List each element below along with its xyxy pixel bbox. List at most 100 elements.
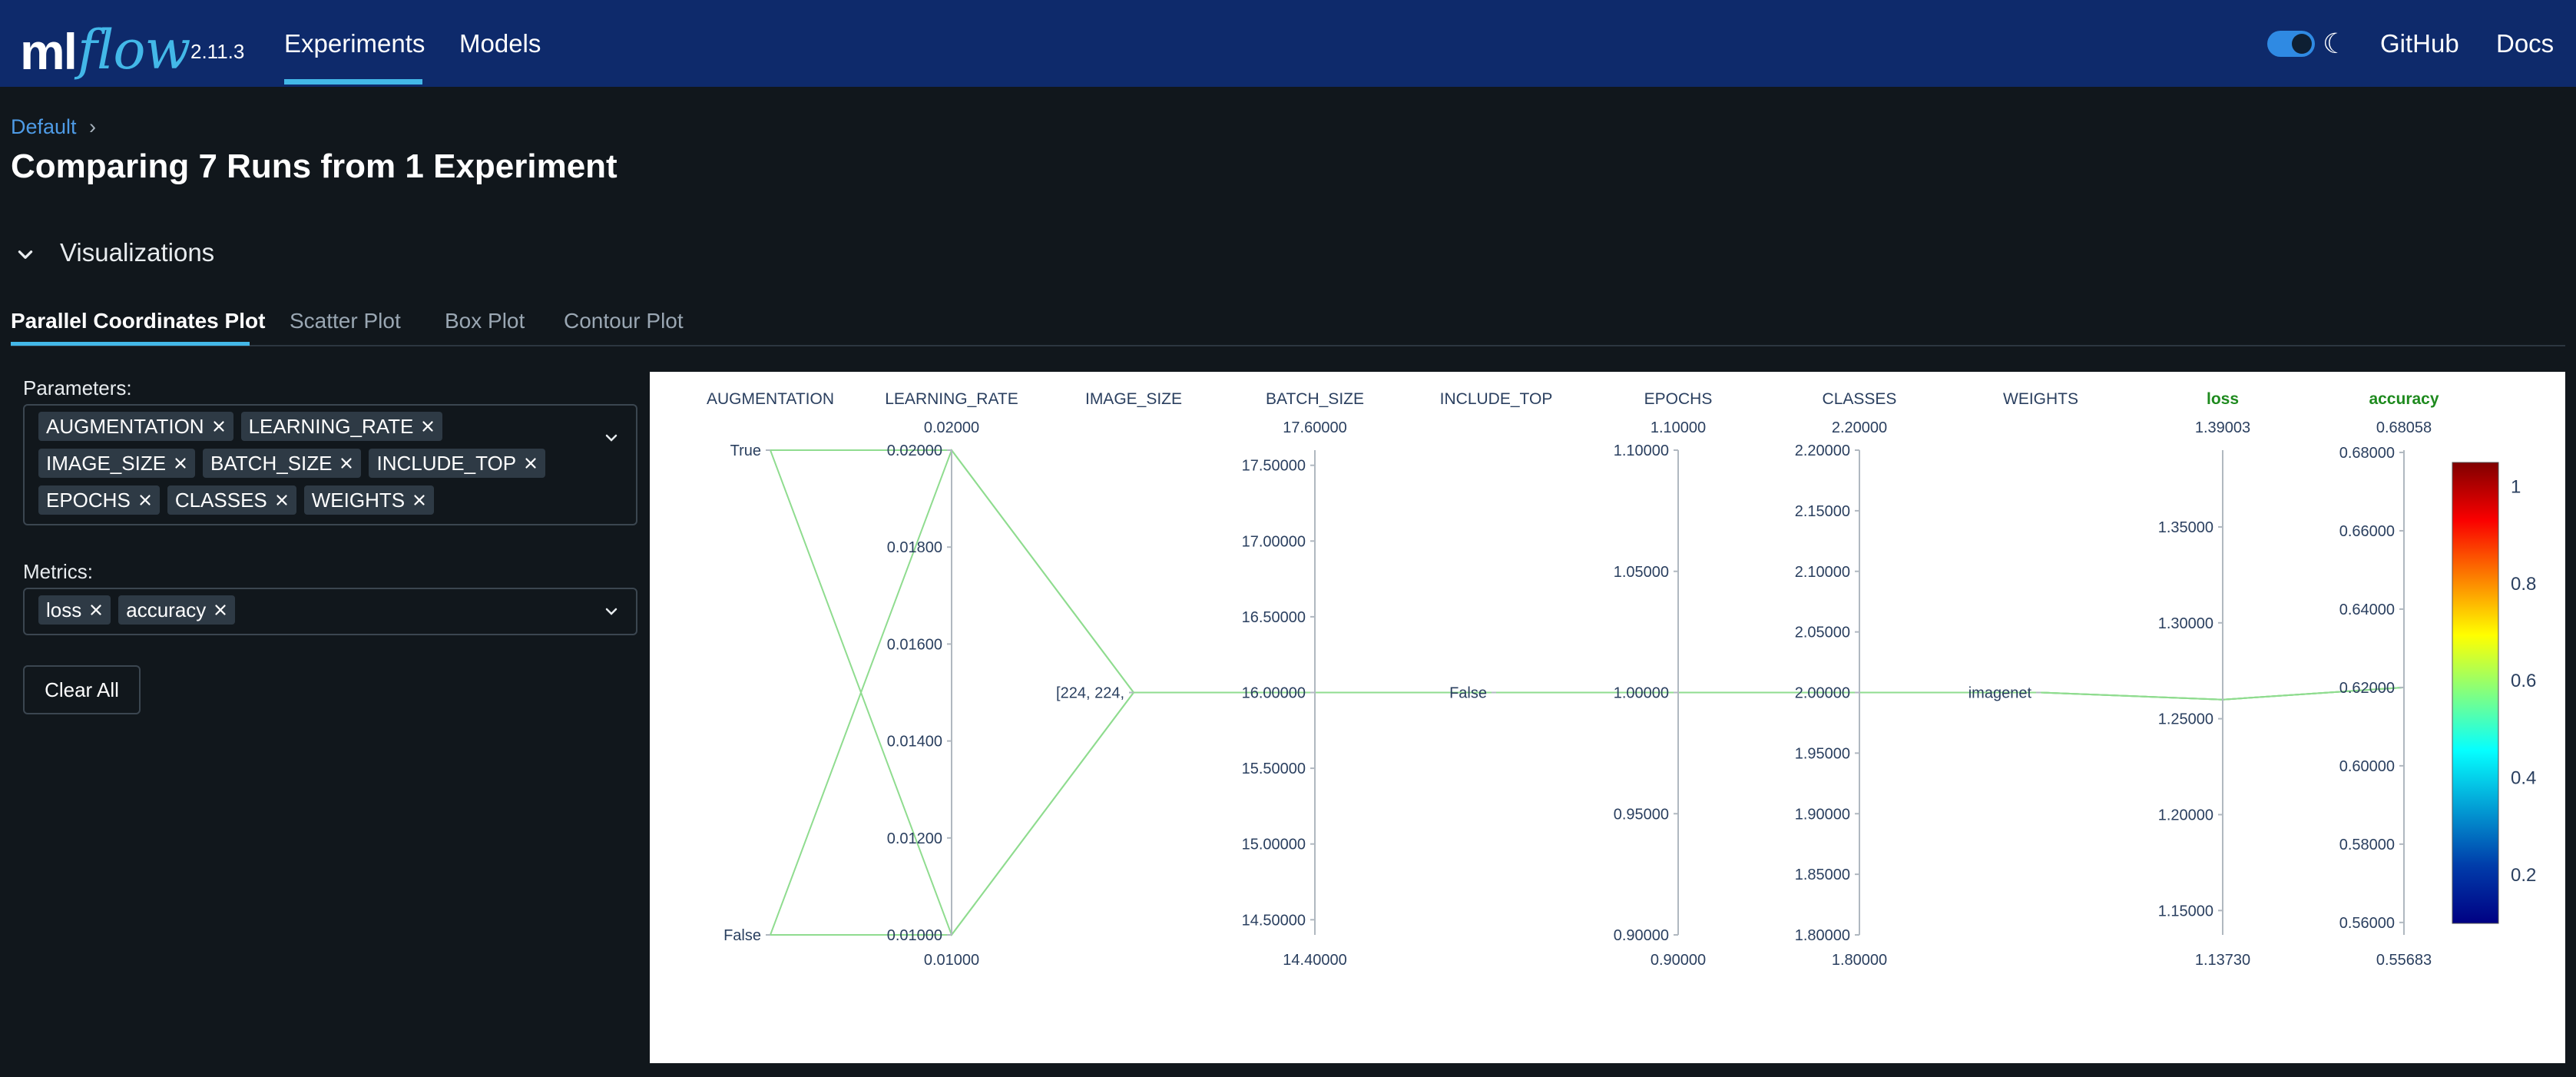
close-icon[interactable] <box>210 418 227 435</box>
axis-tick-label: 0.01800 <box>887 539 942 556</box>
axis-epochs[interactable]: EPOCHS 1.10000 0.90000 1.10000 1.05000 1.0000… <box>1614 390 1713 969</box>
axis-tick-label: 14.50000 <box>1242 912 1306 929</box>
mlflow-logo[interactable]: ml flow <box>20 8 190 77</box>
axis-tick-label: 0.95000 <box>1614 806 1669 823</box>
colorbar: 1 0.8 0.6 0.4 0.2 <box>2452 462 2536 924</box>
axis-tick-label: 1.80000 <box>1795 927 1850 944</box>
axis-tick-label: 0.68000 <box>2339 445 2395 462</box>
axis-range-bottom: 14.40000 <box>1283 952 1346 969</box>
close-icon[interactable] <box>172 455 189 472</box>
axis-image-size[interactable]: IMAGE_SIZE [224, 224, <box>1056 390 1182 702</box>
axis-tick-label: 0.01000 <box>887 927 942 944</box>
moon-icon: ☾ <box>2323 28 2348 59</box>
axis-tick-label: 2.10000 <box>1795 564 1850 581</box>
axis-tick-label: 2.15000 <box>1795 503 1850 520</box>
tab-contour-plot[interactable]: Contour Plot <box>564 309 684 333</box>
parameter-chip: AUGMENTATION <box>38 412 233 441</box>
axis-tick-label: 15.00000 <box>1242 837 1306 853</box>
visualizations-section-title[interactable]: Visualizations <box>60 238 214 267</box>
run-line[interactable] <box>770 449 2405 701</box>
axis-tick-label: 1.15000 <box>2158 903 2213 920</box>
axis-range-top: 0.02000 <box>924 419 979 436</box>
chevron-down-icon[interactable] <box>602 602 621 621</box>
tab-parallel-coordinates[interactable]: Parallel Coordinates Plot <box>11 309 265 333</box>
colorbar-tick-label: 0.4 <box>2511 768 2536 789</box>
clear-all-button[interactable]: Clear All <box>23 665 141 714</box>
close-icon[interactable] <box>212 601 229 618</box>
axis-range-top: 2.20000 <box>1832 419 1887 436</box>
axis-range-top: 1.10000 <box>1651 419 1706 436</box>
parameter-chip-label: CLASSES <box>174 488 267 512</box>
axis-tick-label: 0.62000 <box>2339 680 2395 697</box>
axis-tick-label: 0.90000 <box>1614 927 1669 944</box>
axis-range-top: 1.39003 <box>2195 419 2250 436</box>
parameter-chip: WEIGHTS <box>303 485 435 515</box>
page-title: Comparing 7 Runs from 1 Experiment <box>11 147 618 185</box>
axis-tick-label: 17.50000 <box>1242 458 1306 475</box>
parameters-label: Parameters: <box>23 376 132 399</box>
axis-tick-label: 0.01400 <box>887 734 942 751</box>
axis-learning-rate[interactable]: LEARNING_RATE 0.02000 0.01000 0.02000 0.0180… <box>885 390 1018 969</box>
tabs-divider <box>11 345 2565 346</box>
metrics-select[interactable]: loss accuracy <box>23 588 637 635</box>
metrics-label: Metrics: <box>23 560 93 583</box>
parameter-chip-label: IMAGE_SIZE <box>46 451 167 475</box>
metric-chip: accuracy <box>118 595 236 625</box>
axis-tick-label: 1.25000 <box>2158 711 2213 728</box>
axis-augmentation[interactable]: AUGMENTATION True False <box>707 390 834 944</box>
axis-loss[interactable]: loss 1.39003 1.13730 1.35000 1.30000 1.25000 1… <box>2158 390 2250 969</box>
colorbar-tick-label: 0.2 <box>2511 865 2536 886</box>
axis-tick-label: [224, 224, <box>1056 685 1124 702</box>
axis-title: INCLUDE_TOP <box>1440 390 1553 408</box>
axis-tick-label: 2.00000 <box>1795 685 1850 702</box>
close-icon[interactable] <box>338 455 355 472</box>
theme-toggle[interactable] <box>2267 31 2315 57</box>
axis-tick-label: False <box>1449 685 1487 702</box>
axis-title: accuracy <box>2369 390 2439 408</box>
axis-tick-label: False <box>723 927 761 944</box>
toggle-knob <box>2292 34 2312 54</box>
axis-title: LEARNING_RATE <box>885 390 1018 408</box>
axis-include-top[interactable]: INCLUDE_TOP False <box>1440 390 1553 702</box>
close-icon[interactable] <box>88 601 104 618</box>
colorbar-tick-label: 1 <box>2511 477 2521 498</box>
tab-scatter-plot[interactable]: Scatter Plot <box>290 309 401 333</box>
logo-ml-text: ml <box>20 23 78 80</box>
axis-batch-size[interactable]: BATCH_SIZE 17.60000 14.40000 17.50000 17.000… <box>1242 390 1364 969</box>
nav-models[interactable]: Models <box>459 29 541 58</box>
axis-tick-label: 16.50000 <box>1242 609 1306 626</box>
close-icon[interactable] <box>273 492 290 509</box>
close-icon[interactable] <box>411 492 428 509</box>
colorbar-tick-label: 0.8 <box>2511 574 2536 595</box>
chevron-down-icon[interactable] <box>602 429 621 447</box>
github-link[interactable]: GitHub <box>2380 29 2459 58</box>
axis-tick-label: 1.95000 <box>1795 745 1850 762</box>
axis-tick-label: 1.20000 <box>2158 807 2213 823</box>
nav-active-underline <box>284 79 422 85</box>
parameter-chip: EPOCHS <box>38 485 160 515</box>
close-icon[interactable] <box>137 492 154 509</box>
parameter-chip-label: LEARNING_RATE <box>248 414 414 438</box>
axis-tick-label: 1.05000 <box>1614 564 1669 581</box>
close-icon[interactable] <box>419 418 436 435</box>
axis-tick-label: True <box>730 442 761 459</box>
axis-weights[interactable]: WEIGHTS imagenet <box>1968 390 2078 702</box>
axis-classes[interactable]: CLASSES 2.20000 1.80000 2.20000 2.15000 2.100… <box>1795 390 1897 969</box>
axis-tick-label: 2.20000 <box>1795 442 1850 459</box>
axis-accuracy[interactable]: accuracy 0.68058 0.55683 0.68000 0.66000 0.64… <box>2339 390 2439 969</box>
parameter-chip: INCLUDE_TOP <box>369 449 546 478</box>
parallel-coordinates-chart[interactable]: AUGMENTATION True False LEARNING_RATE 0.0200… <box>650 372 2565 1063</box>
tab-box-plot[interactable]: Box Plot <box>445 309 525 333</box>
docs-link[interactable]: Docs <box>2496 29 2554 58</box>
nav-experiments[interactable]: Experiments <box>284 29 425 58</box>
axis-tick-label: 1.35000 <box>2158 519 2213 536</box>
chevron-down-icon[interactable] <box>15 244 35 264</box>
colorbar-gradient <box>2452 462 2499 924</box>
parameters-select[interactable]: AUGMENTATION LEARNING_RATE IMAGE_SIZE BATCH… <box>23 404 637 525</box>
axis-range-top: 17.60000 <box>1283 419 1346 436</box>
axis-range-bottom: 0.01000 <box>924 952 979 969</box>
close-icon[interactable] <box>522 455 539 472</box>
axis-tick-label: 0.01600 <box>887 636 942 653</box>
metric-chip-label: accuracy <box>126 598 207 621</box>
breadcrumb-default[interactable]: Default <box>11 115 77 139</box>
